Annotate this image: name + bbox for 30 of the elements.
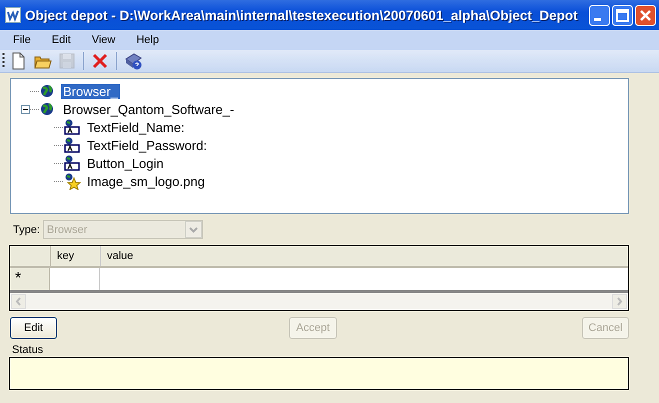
menu-item[interactable]: File bbox=[5, 34, 41, 46]
delete-icon[interactable] bbox=[91, 52, 109, 70]
menu-item[interactable]: Help bbox=[128, 34, 169, 46]
text-field-icon bbox=[64, 154, 81, 172]
tree-item[interactable]: Browser_Qantom_Software_- bbox=[61, 102, 236, 116]
star-icon bbox=[64, 172, 81, 190]
grip-icon bbox=[2, 52, 5, 70]
menu-item[interactable]: View bbox=[84, 34, 126, 46]
dropdown-value: Browser bbox=[46, 224, 88, 236]
minimize-icon[interactable] bbox=[589, 4, 610, 26]
collapse-icon[interactable] bbox=[21, 104, 30, 114]
column-header[interactable]: key bbox=[51, 246, 101, 266]
tree-item[interactable]: TextField_Password: bbox=[85, 138, 209, 152]
tree-item[interactable]: Button_Login bbox=[85, 156, 166, 170]
action-button[interactable]: Edit bbox=[10, 317, 57, 339]
close-icon[interactable] bbox=[635, 4, 656, 26]
tree-item[interactable]: Browser_ bbox=[61, 84, 120, 98]
tree-item[interactable]: Image_sm_logo.png bbox=[85, 174, 207, 188]
tree-item[interactable]: TextField_Name: bbox=[85, 120, 187, 134]
text-field-icon bbox=[64, 118, 81, 136]
menu-item[interactable]: Edit bbox=[44, 34, 81, 46]
help-book-icon[interactable] bbox=[124, 52, 142, 70]
new-row-marker: * bbox=[10, 268, 50, 290]
maximize-icon[interactable] bbox=[612, 4, 633, 26]
status-label: Status bbox=[12, 344, 44, 356]
window-title: Object depot - D:\WorkArea\main\internal\testexecution\20070601_alpha\Object_Depot bbox=[25, 8, 579, 22]
text-field-icon bbox=[64, 136, 81, 154]
app-logo-icon bbox=[5, 7, 21, 23]
column-header[interactable]: value bbox=[101, 246, 628, 266]
type-label: Type: bbox=[13, 224, 40, 236]
